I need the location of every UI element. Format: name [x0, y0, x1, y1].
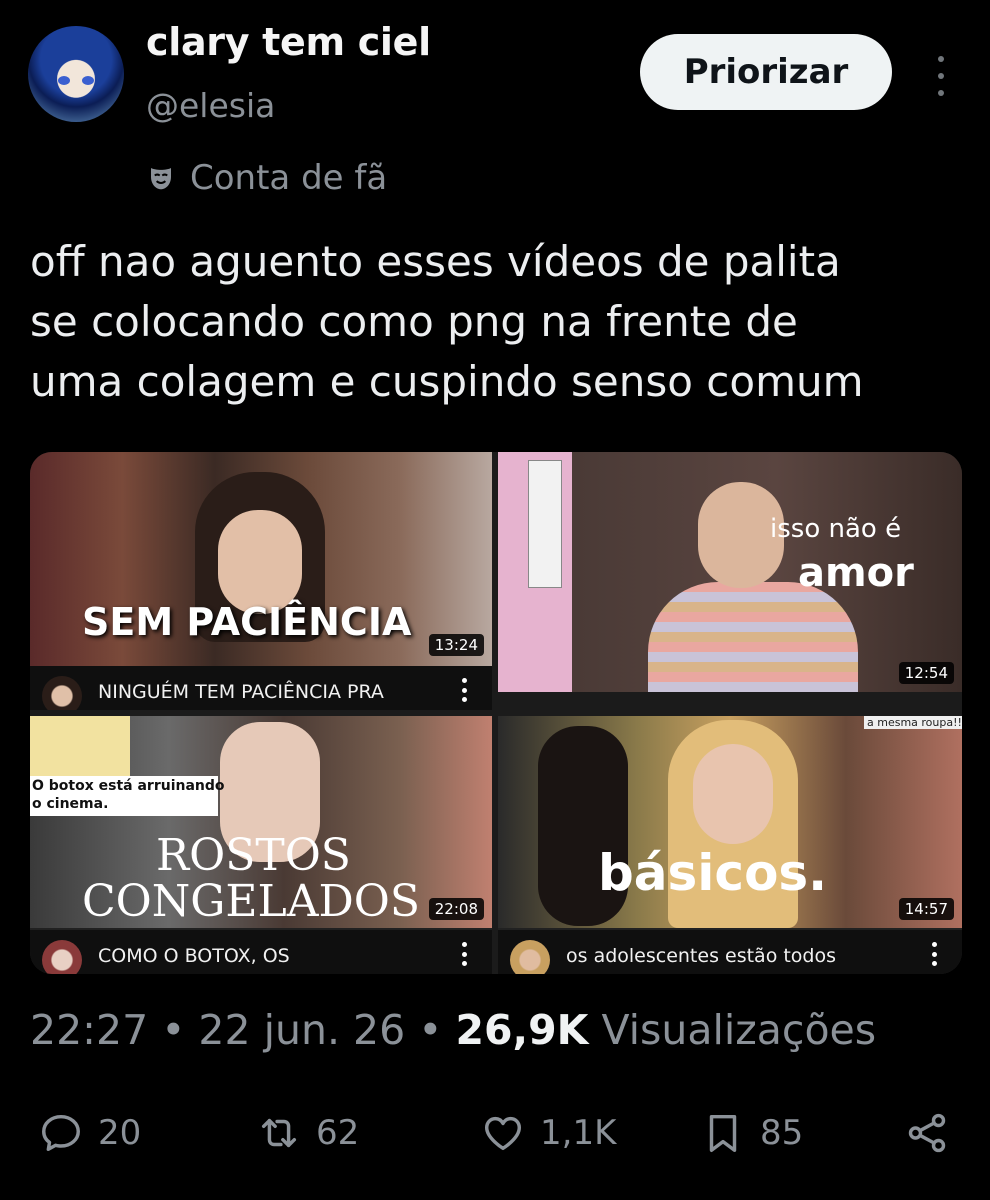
video-info-row[interactable]: COMO O BOTOX, OS: [30, 930, 492, 974]
thumbnail-title: SEM PACIÊNCIA: [82, 600, 412, 644]
channel-avatar[interactable]: [510, 940, 550, 974]
bookmark-button[interactable]: 85: [700, 1110, 803, 1156]
reply-button[interactable]: 20: [38, 1110, 141, 1156]
thumbnail-caption: o cinema.: [32, 796, 109, 812]
repost-count: 62: [316, 1113, 360, 1153]
meta-separator: •: [418, 1006, 456, 1054]
video-title[interactable]: os adolescentes estão todos: [566, 942, 896, 970]
tweet-time[interactable]: 22:27: [30, 1006, 148, 1054]
more-options-icon[interactable]: [926, 56, 956, 96]
repost-icon: [261, 1118, 297, 1148]
tweet-text: off nao aguento esses vídeos de palita s…: [30, 232, 970, 412]
views-label: Visualizações: [601, 1006, 877, 1054]
action-bar: 20 62 1,1K 85: [0, 1100, 990, 1172]
thumbnail-title: isso não é: [770, 514, 902, 544]
avatar-eye: [58, 76, 70, 85]
thumbnail-title: CONGELADOS: [82, 876, 420, 927]
video-duration: 22:08: [428, 898, 484, 920]
video-info-row[interactable]: NINGUÉM TEM PACIÊNCIA PRA: [30, 666, 492, 710]
reply-count: 20: [98, 1113, 142, 1153]
thumbnail-title: básicos.: [598, 844, 828, 902]
meta-separator: •: [161, 1006, 199, 1054]
theater-mask-icon: [151, 168, 171, 190]
video-duration: 13:24: [428, 634, 484, 656]
tweet-meta: 22:27 • 22 jun. 26 • 26,9K Visualizações: [30, 1006, 876, 1054]
heart-icon: [484, 1116, 522, 1151]
tweet-line: se colocando como png na frente de: [30, 297, 798, 346]
thumbnail-overlay-text: a mesma roupa!!: [864, 716, 962, 729]
video-card[interactable]: isso não é amor 12:54: [498, 452, 962, 692]
tweet-date[interactable]: 22 jun. 26: [198, 1006, 405, 1054]
video-menu-icon[interactable]: [932, 942, 938, 966]
channel-avatar[interactable]: [42, 676, 82, 710]
avatar-eye: [82, 76, 94, 85]
bookmark-icon: [709, 1114, 737, 1152]
video-menu-icon[interactable]: [462, 942, 468, 966]
avatar[interactable]: [28, 26, 124, 122]
thumbnail-title: amor: [798, 550, 914, 596]
video-title[interactable]: COMO O BOTOX, OS: [98, 942, 428, 970]
like-button[interactable]: 1,1K: [480, 1110, 616, 1156]
video-info-row[interactable]: os adolescentes estão todos: [498, 930, 962, 974]
video-card[interactable]: SEM PACIÊNCIA 13:24 NINGUÉM TEM PACIÊNCI…: [30, 452, 492, 710]
video-card[interactable]: a mesma roupa!! básicos. 14:57 os adoles…: [498, 716, 962, 974]
like-count: 1,1K: [540, 1113, 617, 1153]
paint-toolbar-graphic: [528, 460, 562, 588]
video-thumbnail[interactable]: SEM PACIÊNCIA 13:24: [30, 452, 492, 682]
share-icon: [908, 1113, 946, 1153]
priorizar-button[interactable]: Priorizar: [640, 34, 892, 110]
cartoon-panel: [30, 716, 130, 776]
video-duration: 14:57: [898, 898, 954, 920]
video-thumbnail[interactable]: isso não é amor 12:54: [498, 452, 962, 692]
fan-account-badge: Conta de fã: [146, 158, 387, 198]
video-title[interactable]: NINGUÉM TEM PACIÊNCIA PRA: [98, 678, 428, 706]
views-count: 26,9K: [455, 1006, 589, 1054]
thumbnail-figure: [648, 582, 858, 692]
thumbnail-face: [218, 510, 302, 614]
thumbnail-caption: O botox está arruinando: [32, 778, 225, 794]
media-grid[interactable]: SEM PACIÊNCIA 13:24 NINGUÉM TEM PACIÊNCI…: [30, 452, 962, 974]
tweet-line: uma colagem e cuspindo senso comum: [30, 357, 864, 406]
video-menu-icon[interactable]: [462, 678, 468, 702]
display-name[interactable]: clary tem ciel: [146, 20, 431, 64]
user-handle[interactable]: @elesia: [146, 86, 275, 125]
fan-account-label: Conta de fã: [190, 158, 388, 198]
bookmark-count: 85: [760, 1113, 804, 1153]
video-duration: 12:54: [898, 662, 954, 684]
reply-icon: [42, 1114, 80, 1152]
tweet-line: off nao aguento esses vídeos de palita: [30, 237, 841, 286]
channel-avatar[interactable]: [42, 940, 82, 974]
video-thumbnail[interactable]: a mesma roupa!! básicos. 14:57: [498, 716, 962, 928]
video-thumbnail[interactable]: O botox está arruinando o cinema. ROSTOS…: [30, 716, 492, 928]
share-button[interactable]: [904, 1110, 950, 1156]
thumbnail-title: ROSTOS: [156, 830, 351, 881]
repost-button[interactable]: 62: [256, 1110, 359, 1156]
thumbnail-face: [693, 744, 773, 844]
video-card[interactable]: O botox está arruinando o cinema. ROSTOS…: [30, 716, 492, 974]
